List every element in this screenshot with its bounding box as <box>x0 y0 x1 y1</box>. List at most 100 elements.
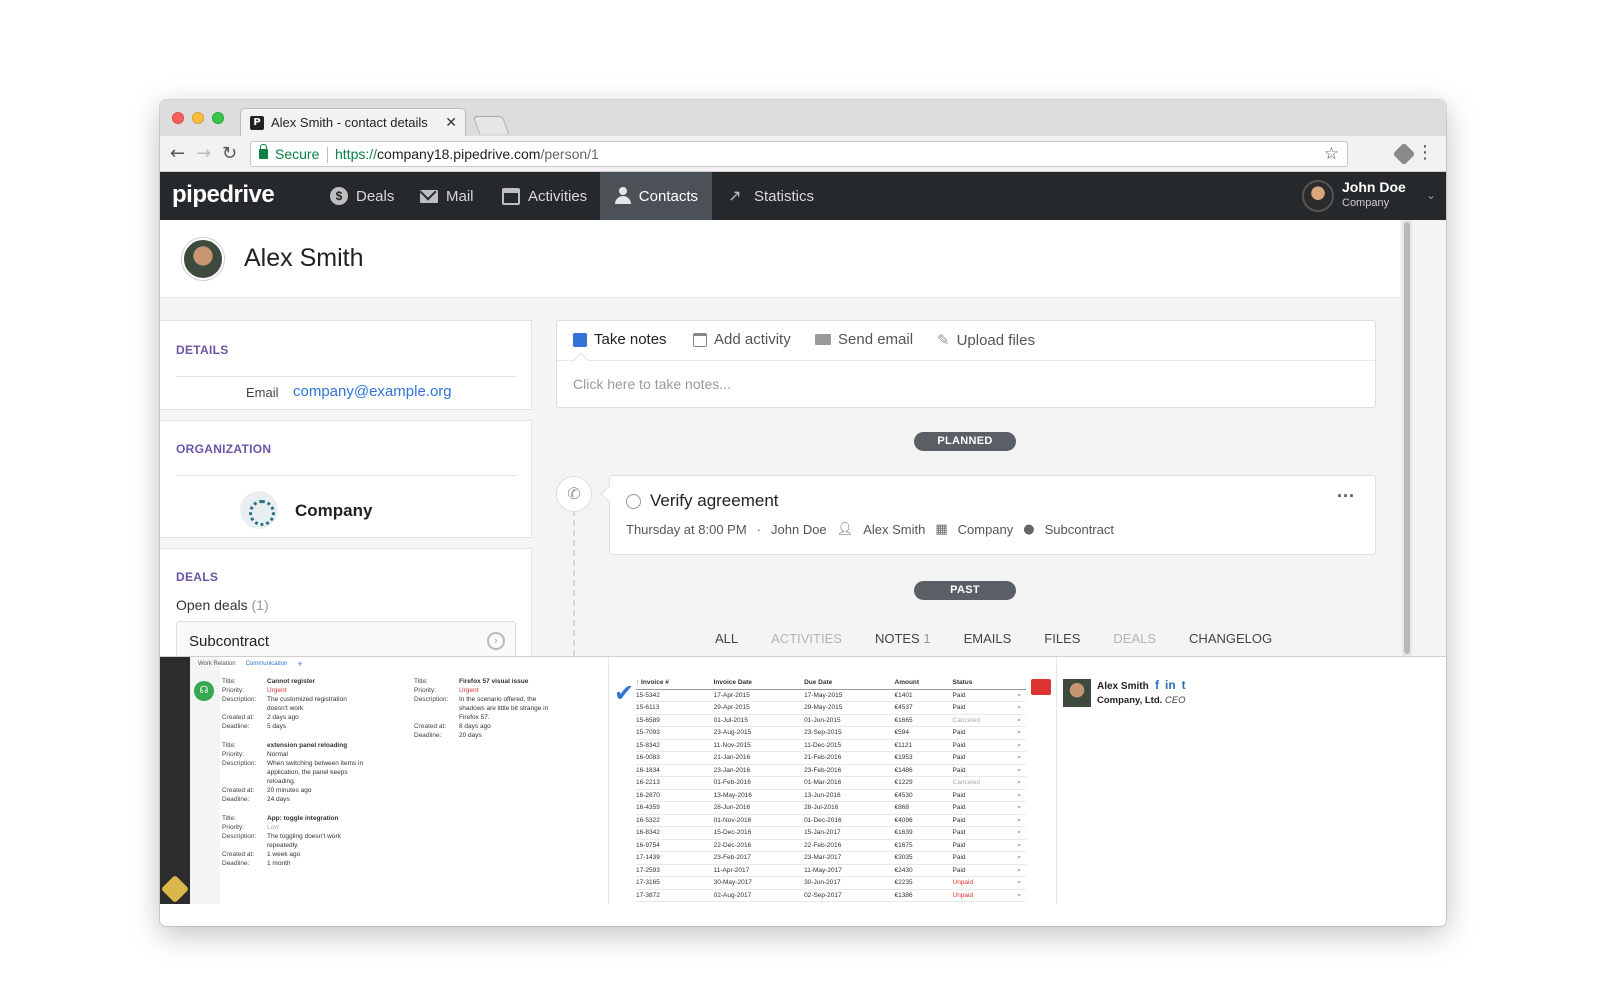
table-row[interactable]: 16-4359 28-Jun-2016 28-Jul-2016 €868 Paid ⌕ <box>636 801 1026 815</box>
nav-deals[interactable]: $ Deals <box>316 172 408 220</box>
activity-person-link[interactable]: Alex Smith <box>863 522 925 537</box>
search-icon[interactable]: ⌕ <box>1017 689 1026 702</box>
search-icon[interactable]: ⌕ <box>1017 751 1026 765</box>
invoice-column-header[interactable]: Due Date <box>804 677 895 690</box>
table-row[interactable]: 17-3165 30-May-2017 30-Jun-2017 €2235 Unpaid… <box>636 876 1026 890</box>
search-icon[interactable]: ⌕ <box>1017 739 1026 752</box>
invoice-column-header[interactable]: ↑ Invoice # <box>636 677 714 690</box>
browser-tab[interactable]: P Alex Smith - contact details ✕ <box>240 108 466 136</box>
person-avatar[interactable] <box>182 238 224 280</box>
more-options-icon[interactable]: ··· <box>1337 486 1355 507</box>
table-row[interactable]: 16-2213 01-Feb-2016 01-Mar-2016 €1229 Cancel… <box>636 776 1026 790</box>
notes-input[interactable]: Click here to take notes... <box>573 376 731 392</box>
ticket-item[interactable]: Title: Firefox 57 visual issue Priority: Ur… <box>414 677 559 740</box>
tab-files[interactable]: FILES <box>1044 631 1080 646</box>
search-icon[interactable]: ⌕ <box>1017 764 1026 777</box>
table-row[interactable]: 17-3872 02-Aug-2017 02-Sep-2017 €1386 Unpaid… <box>636 889 1026 902</box>
activity-done-checkbox[interactable] <box>626 494 641 509</box>
search-icon[interactable]: ⌕ <box>1017 726 1026 740</box>
table-row[interactable]: 17-1439 23-Feb-2017 23-Mar-2017 €3035 Paid ⌕ <box>636 851 1026 865</box>
search-icon[interactable]: ⌕ <box>1017 864 1026 877</box>
nav-activities[interactable]: Activities <box>488 172 601 220</box>
tab-deals[interactable]: DEALS <box>1113 631 1156 646</box>
search-icon[interactable]: ⌕ <box>1017 801 1026 815</box>
tab-emails[interactable]: EMAILS <box>964 631 1012 646</box>
user-company: Company <box>1342 197 1390 209</box>
tab-activities[interactable]: ACTIVITIES <box>771 631 842 646</box>
table-row[interactable]: 15-6589 01-Jul-2015 01-Jun-2015 €1665 Cancel… <box>636 714 1026 727</box>
table-row[interactable]: 16-0083 21-Jan-2016 21-Feb-2016 €1953 Paid ⌕ <box>636 751 1026 765</box>
back-arrow-icon[interactable]: ← <box>170 143 185 164</box>
activity-deal-link[interactable]: Subcontract <box>1045 522 1114 537</box>
tab-changelog[interactable]: CHANGELOG <box>1189 631 1272 646</box>
minimize-window-button[interactable] <box>192 112 204 124</box>
url-input[interactable]: Secure https://company18.pipedrive.com/p… <box>250 141 1348 167</box>
page-scrollbar[interactable] <box>1402 220 1412 656</box>
tab-close-icon[interactable]: ✕ <box>445 114 457 131</box>
invoice-column-header[interactable]: Amount <box>894 677 953 690</box>
table-row[interactable]: 15-7093 23-Aug-2015 23-Sep-2015 €594 Paid ⌕ <box>636 726 1026 740</box>
close-window-button[interactable] <box>172 112 184 124</box>
search-icon[interactable]: ⌕ <box>1017 701 1026 715</box>
nav-mail[interactable]: Mail <box>406 172 488 220</box>
table-row[interactable]: 15-6113 29-Apr-2015 29-May-2015 €4537 Paid ⌕ <box>636 701 1026 715</box>
tab-communication[interactable]: Communication <box>246 661 288 667</box>
search-icon[interactable]: ⌕ <box>1017 789 1026 802</box>
invoice-column-header[interactable]: Invoice Date <box>713 677 805 690</box>
reload-icon[interactable]: ↻ <box>222 143 237 164</box>
bookmark-star-icon[interactable]: ☆ <box>1324 144 1339 164</box>
headset-icon[interactable]: ☊ <box>194 681 214 701</box>
forward-arrow-icon[interactable]: → <box>196 143 211 164</box>
tab-send-email[interactable]: Send email <box>815 331 913 348</box>
search-icon[interactable]: ⌕ <box>1017 826 1026 840</box>
extension-icon[interactable] <box>1392 142 1416 166</box>
search-icon[interactable]: ⌕ <box>1017 876 1026 890</box>
page-title[interactable]: Alex Smith <box>244 244 363 273</box>
table-row[interactable]: 17-2593 11-Apr-2017 11-May-2017 €2430 Paid ⌕ <box>636 864 1026 877</box>
ticket-item[interactable]: Title: App: toggle integration Priority: Lo… <box>222 814 367 868</box>
maximize-window-button[interactable] <box>212 112 224 124</box>
integration-logo-icon[interactable] <box>160 874 190 904</box>
search-icon[interactable]: ⌕ <box>1017 814 1026 827</box>
table-row[interactable]: 15-5342 17-Apr-2015 17-May-2015 €1401 Paid ⌕ <box>636 689 1026 702</box>
table-row[interactable]: 16-5322 01-Nov-2016 01-Dec-2016 €4096 Paid ⌕ <box>636 814 1026 827</box>
ticket-item[interactable]: Title: Cannot register Priority: Urgent Desc… <box>222 677 367 731</box>
twitter-icon[interactable]: t <box>1182 678 1186 692</box>
tab-all[interactable]: ALL <box>715 631 738 646</box>
email-link[interactable]: company@example.org <box>293 383 452 400</box>
open-deals-count: (1) <box>251 597 269 613</box>
invoice-column-header[interactable]: Status <box>952 677 1018 690</box>
table-row[interactable]: 16-9754 22-Dec-2016 22-Feb-2016 €1675 Paid ⌕ <box>636 839 1026 852</box>
search-icon[interactable]: ⌕ <box>1017 776 1026 790</box>
ticket-item[interactable]: Title: extension panel reloading Priority:… <box>222 741 367 804</box>
nav-statistics[interactable]: ↗ Statistics <box>714 172 828 220</box>
tab-add-activity[interactable]: Add activity <box>693 331 791 348</box>
new-tab-button[interactable] <box>472 116 510 134</box>
nav-contacts[interactable]: Contacts <box>600 172 712 220</box>
chevron-right-icon[interactable]: › <box>487 632 505 650</box>
search-icon[interactable]: ⌕ <box>1017 889 1026 902</box>
pipedrive-logo[interactable]: pipedrive <box>172 181 275 209</box>
activity-title[interactable]: Verify agreement <box>650 491 779 511</box>
tab-work-relation[interactable]: Work Relation <box>198 661 236 667</box>
table-row[interactable]: 16-2870 13-May-2016 13-Jun-2016 €4530 Paid ⌕ <box>636 789 1026 802</box>
search-icon[interactable]: ⌕ <box>1017 839 1026 852</box>
user-menu[interactable]: John Doe Company ⌄ <box>1302 178 1436 214</box>
table-row[interactable]: 16-1834 23-Jan-2016 23-Feb-2016 €1486 Paid ⌕ <box>636 764 1026 777</box>
invoice-cell: 15-7093 <box>636 726 714 740</box>
tab-take-notes[interactable]: Take notes <box>573 331 667 348</box>
tab-upload-files[interactable]: ✎ Upload files <box>937 331 1035 349</box>
table-row[interactable]: 15-8342 11-Nov-2015 11-Dec-2015 €1121 Paid ⌕ <box>636 739 1026 752</box>
tab-notes[interactable]: NOTES 1 <box>875 631 931 646</box>
deal-card[interactable]: Subcontract › <box>176 621 516 656</box>
table-row[interactable]: 16-8342 15-Dec-2016 15-Jan-2017 €1639 Paid ⌕ <box>636 826 1026 840</box>
add-tab-icon[interactable]: + <box>297 660 302 669</box>
linkedin-icon[interactable]: in <box>1165 678 1176 692</box>
search-icon[interactable]: ⌕ <box>1017 714 1026 727</box>
invoice-cell: 16-2870 <box>636 789 714 802</box>
organization-link[interactable]: Company <box>295 501 372 521</box>
browser-menu-icon[interactable]: ⋮ <box>1416 142 1434 163</box>
activity-org-link[interactable]: Company <box>958 522 1014 537</box>
search-icon[interactable]: ⌕ <box>1017 851 1026 865</box>
facebook-icon[interactable]: f <box>1155 678 1159 692</box>
